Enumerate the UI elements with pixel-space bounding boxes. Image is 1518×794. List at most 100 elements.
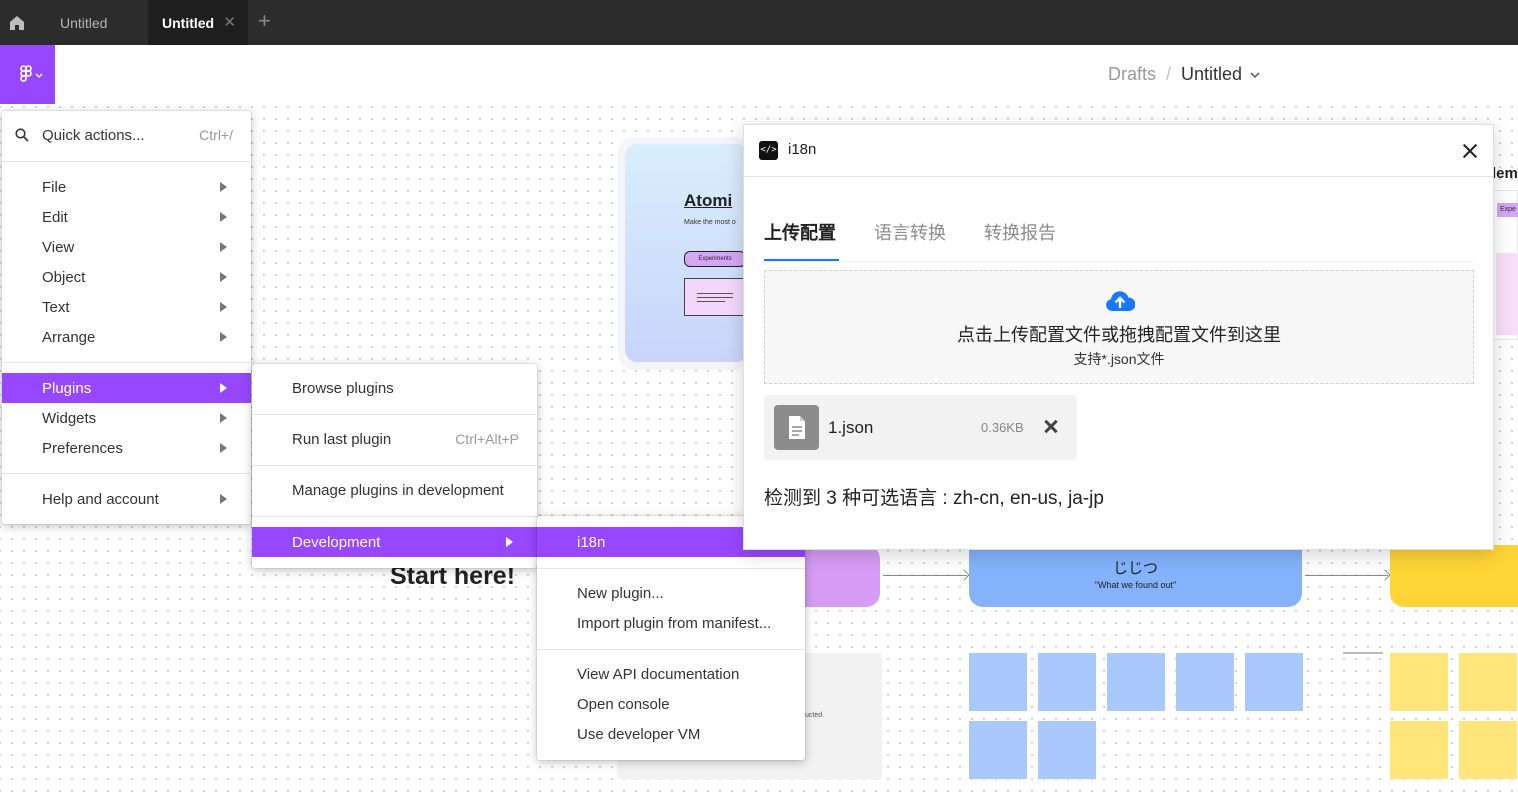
tab-language-convert[interactable]: 语言转换	[874, 219, 946, 245]
connector-arrow	[1305, 575, 1388, 576]
menu-item-label: Help and account	[42, 490, 159, 508]
menu-item-widgets[interactable]: Widgets	[2, 403, 251, 433]
menu-divider	[252, 465, 537, 466]
menu-item-plugins[interactable]: Plugins	[2, 373, 251, 403]
quick-actions-search[interactable]: Quick actions... Ctrl+/	[2, 120, 251, 150]
menu-item-label: View	[42, 238, 75, 256]
menu-item-preferences[interactable]: Preferences	[2, 433, 251, 463]
menu-item-label: Object	[42, 268, 86, 286]
submenu-arrow-icon	[220, 182, 227, 192]
chevron-down-icon[interactable]	[1250, 68, 1260, 82]
menu-item-label: Arrange	[42, 328, 96, 346]
file-size: 0.36KB	[981, 420, 1024, 435]
submenu-arrow-icon	[220, 413, 227, 423]
new-tab-button[interactable]: +	[258, 8, 271, 34]
menu-item-label: File	[42, 178, 67, 196]
menu-item-label: i18n	[577, 533, 606, 551]
atomic-card-subtitle: Make the most o	[684, 219, 736, 226]
menu-item-label: Text	[42, 298, 70, 316]
home-icon[interactable]	[0, 0, 34, 45]
tab-untitled-2[interactable]: Untitled ✕	[148, 0, 248, 45]
menu-divider	[252, 414, 537, 415]
breadcrumb-separator: /	[1166, 64, 1172, 84]
tab-upload-config[interactable]: 上传配置	[764, 219, 836, 245]
menu-item-object[interactable]: Object	[2, 262, 251, 292]
menu-divider	[2, 362, 251, 363]
manage-plugins-item[interactable]: Manage plugins in development	[252, 475, 537, 505]
divider-line	[1343, 652, 1383, 654]
submenu-arrow-icon	[220, 383, 227, 393]
development-item[interactable]: Development	[252, 527, 537, 557]
run-last-plugin-shortcut: Ctrl+Alt+P	[455, 431, 519, 447]
top-bar: Untitled Untitled ✕ +	[0, 0, 1518, 45]
menu-item-label: Plugins	[42, 379, 92, 397]
sticky-note	[1038, 653, 1096, 711]
view-api-docs-item[interactable]: View API documentation	[537, 659, 805, 689]
quick-actions-shortcut: Ctrl+/	[199, 127, 233, 143]
right-card-pill: Expe	[1497, 203, 1518, 217]
upload-dropzone[interactable]: 点击上传配置文件或拖拽配置文件到这里 支持*.json文件	[764, 270, 1474, 384]
sticky-note	[1107, 653, 1165, 711]
menu-item-label: Import plugin from manifest...	[577, 614, 772, 632]
menu-divider	[252, 516, 537, 517]
menu-item-edit[interactable]: Edit	[2, 202, 251, 232]
menu-item-label: Edit	[42, 208, 68, 226]
sticky-note	[1245, 653, 1303, 711]
menu-item-help-and-account[interactable]: Help and account	[2, 484, 251, 514]
menu-item-arrange[interactable]: Arrange	[2, 322, 251, 352]
upload-hint: 支持*.json文件	[1073, 351, 1165, 367]
uploaded-file-card: 1.json 0.36KB	[764, 395, 1077, 460]
submenu-arrow-icon	[220, 443, 227, 453]
right-card-title: lem	[1492, 165, 1518, 182]
close-icon[interactable]	[1460, 141, 1480, 161]
tab-label: Untitled	[60, 14, 108, 31]
dialog-title: i18n	[788, 141, 817, 158]
quick-actions-label: Quick actions...	[42, 126, 145, 144]
sticky-note	[969, 653, 1027, 711]
menu-item-view[interactable]: View	[2, 232, 251, 262]
sticky-note	[1038, 721, 1096, 779]
browse-plugins-item[interactable]: Browse plugins	[252, 373, 537, 403]
sticky-note	[1459, 653, 1517, 711]
sticky-note	[969, 721, 1027, 779]
connector-arrow	[883, 575, 967, 576]
tab-untitled-1[interactable]: Untitled	[44, 0, 148, 45]
detected-languages-text: 检测到 3 种可选语言 : zh-cn, en-us, ja-jp	[764, 488, 1104, 509]
menu-item-label: View API documentation	[577, 665, 740, 683]
menu-item-label: Manage plugins in development	[292, 481, 504, 499]
menu-divider	[2, 161, 251, 162]
atomic-card-note	[684, 278, 746, 316]
new-plugin-item[interactable]: New plugin...	[537, 578, 805, 608]
submenu-arrow-icon	[506, 537, 513, 547]
use-developer-vm-item[interactable]: Use developer VM	[537, 719, 805, 749]
remove-file-icon[interactable]	[1043, 417, 1061, 435]
cloud-upload-icon	[1106, 291, 1135, 311]
breadcrumb-file-name[interactable]: Untitled	[1181, 64, 1242, 85]
menu-item-text[interactable]: Text	[2, 292, 251, 322]
tab-convert-report[interactable]: 转换报告	[984, 219, 1056, 245]
experiments-pill: Experiments	[684, 251, 746, 267]
menu-divider	[537, 568, 805, 569]
submenu-arrow-icon	[220, 302, 227, 312]
menu-item-file[interactable]: File	[2, 172, 251, 202]
close-tab-icon[interactable]: ✕	[223, 13, 236, 31]
open-console-item[interactable]: Open console	[537, 689, 805, 719]
menu-item-label: Browse plugins	[292, 379, 394, 397]
blue-section-subtitle: "What we found out"	[1094, 580, 1177, 590]
right-card: Expe	[1490, 190, 1518, 340]
toolbar-area	[55, 45, 1518, 103]
import-plugin-item[interactable]: Import plugin from manifest...	[537, 608, 805, 638]
main-menu: Quick actions... Ctrl+/ File Edit View O…	[2, 111, 251, 524]
menu-item-label: Use developer VM	[577, 725, 701, 743]
upload-instruction: 点击上传配置文件或拖拽配置文件到这里	[957, 325, 1281, 345]
code-icon: </>	[759, 141, 778, 160]
run-last-plugin-item[interactable]: Run last plugin Ctrl+Alt+P	[252, 424, 537, 454]
breadcrumb-drafts[interactable]: Drafts	[1108, 64, 1156, 85]
search-icon	[15, 128, 29, 142]
menu-divider	[537, 649, 805, 650]
submenu-arrow-icon	[220, 212, 227, 222]
blue-section: じじつ "What we found out"	[969, 545, 1302, 607]
file-name: 1.json	[828, 418, 874, 437]
sticky-note	[1459, 721, 1517, 779]
main-menu-button[interactable]	[0, 45, 55, 104]
